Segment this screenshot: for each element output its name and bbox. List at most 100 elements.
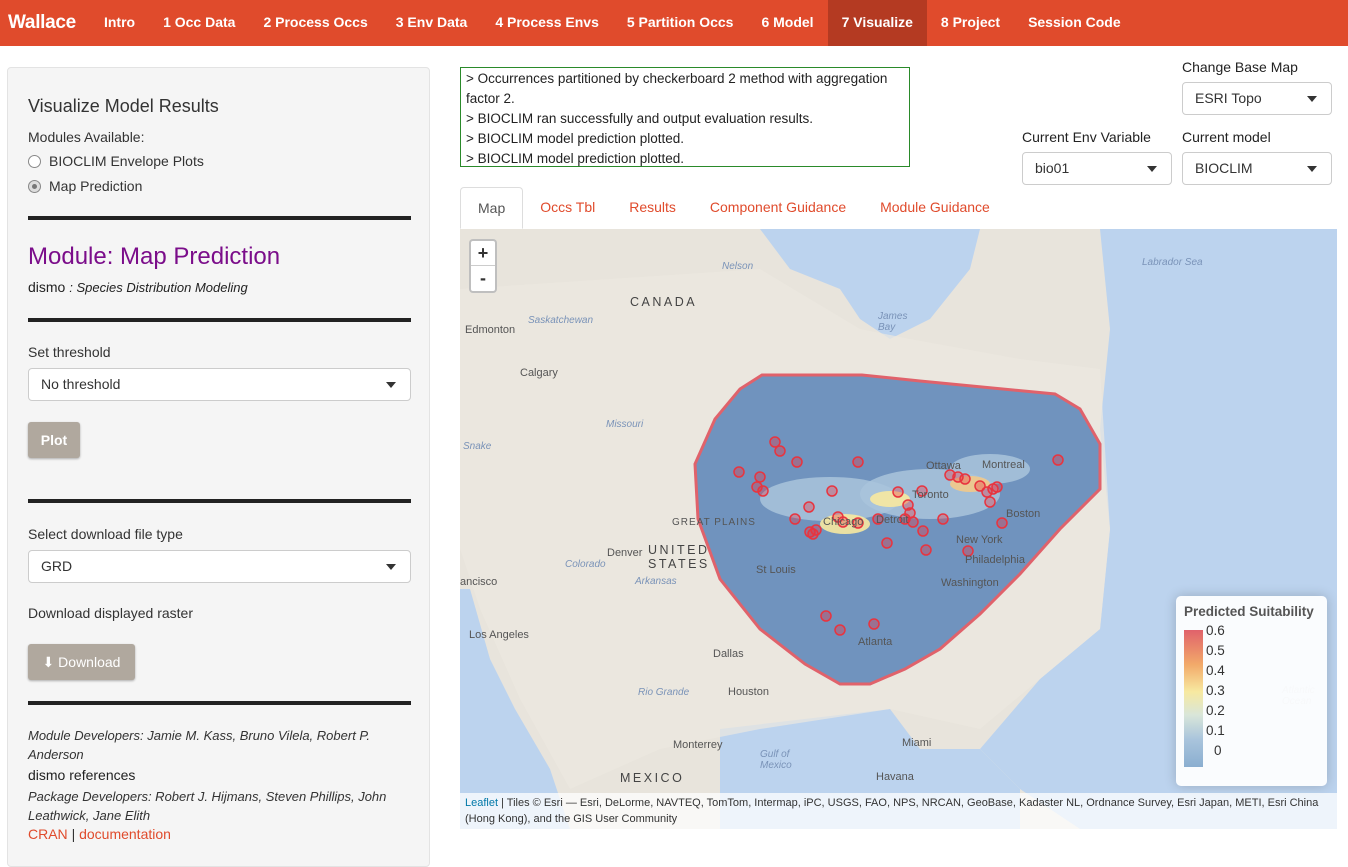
nav-tab-model[interactable]: 6 Model <box>747 0 827 46</box>
documentation-link[interactable]: documentation <box>79 826 171 842</box>
map-label-chicago: Chicago <box>823 516 864 528</box>
env-var-value: bio01 <box>1035 160 1070 176</box>
map-label-new-york: New York <box>956 534 1003 546</box>
map-label-colorado: Colorado <box>565 559 606 570</box>
model-label: Current model <box>1182 129 1271 145</box>
references-line: dismo references <box>28 767 135 783</box>
legend-color-bar <box>1184 630 1203 767</box>
map-label-james-bay: James Bay <box>878 311 908 333</box>
nav-tab-project[interactable]: 8 Project <box>927 0 1014 46</box>
caret-down-icon <box>1307 166 1317 172</box>
cran-link[interactable]: CRAN <box>28 826 68 842</box>
download-type-select[interactable]: GRD <box>28 550 411 583</box>
threshold-select[interactable]: No threshold <box>28 368 411 401</box>
reference-links: CRAN | documentation <box>28 826 171 842</box>
base-map-select[interactable]: ESRI Topo <box>1182 82 1332 115</box>
nav-tab-env-data[interactable]: 3 Env Data <box>382 0 482 46</box>
tab-map[interactable]: Map <box>460 187 524 229</box>
legend-tick: 0.2 <box>1206 703 1225 718</box>
suitability-legend: Predicted Suitability 0.6 0.5 0.4 0.3 0.… <box>1176 596 1327 786</box>
legend-tick: 0 <box>1214 743 1222 758</box>
map-label-canada: CANADA <box>630 295 698 309</box>
map-label-ottawa: Ottawa <box>926 460 961 472</box>
env-var-select[interactable]: bio01 <box>1022 152 1172 185</box>
map-label-gulf-of-mexico: Gulf of Mexico <box>760 749 792 771</box>
caret-down-icon <box>1147 166 1157 172</box>
map-label-st-louis: St Louis <box>756 564 796 576</box>
model-select[interactable]: BIOCLIM <box>1182 152 1332 185</box>
app-brand[interactable]: Wallace <box>0 12 90 34</box>
map-label-philadelphia: Philadelphia <box>965 554 1025 566</box>
references-pkg: dismo <box>28 767 66 783</box>
nav-tab-intro[interactable]: Intro <box>90 0 149 46</box>
plot-button[interactable]: Plot <box>28 422 80 458</box>
map-label-great-plains: GREAT PLAINS <box>672 517 756 528</box>
radio-button-checked[interactable] <box>28 179 41 193</box>
map-label-boston: Boston <box>1006 508 1041 520</box>
download-icon: ⬇ <box>42 654 55 670</box>
caret-down-icon <box>386 564 396 570</box>
zoom-control: + - <box>469 239 497 293</box>
map-label-labrador-sea: Labrador Sea <box>1142 257 1203 268</box>
package-desc: Species Distribution Modeling <box>76 280 248 295</box>
map-label-nelson: Nelson <box>722 261 754 272</box>
model-value: BIOCLIM <box>1195 160 1253 176</box>
map-label-montreal: Montreal <box>982 459 1025 471</box>
map-attribution: Leaflet | Tiles © Esri — Esri, DeLorme, … <box>460 793 1337 829</box>
module-title: Module: Map Prediction <box>28 243 281 270</box>
base-map-value: ESRI Topo <box>1195 90 1262 106</box>
download-button[interactable]: ⬇ Download <box>28 644 135 680</box>
map-label-missouri: Missouri <box>606 419 644 430</box>
map-label-atlanta: Atlanta <box>858 636 893 648</box>
leaflet-link[interactable]: Leaflet <box>465 797 498 809</box>
map-label-saskatchewan: Saskatchewan <box>528 315 594 326</box>
sidebar-title: Visualize Model Results <box>28 96 219 116</box>
map-label-miami: Miami <box>902 737 932 749</box>
zoom-in-button[interactable]: + <box>471 241 495 266</box>
map-view[interactable]: CANADA UNITED STATES MEXICO Edmonton Calg… <box>460 229 1337 829</box>
download-type-label: Select download file type <box>28 526 183 542</box>
map-label-san-francisco: ancisco <box>460 576 498 588</box>
legend-tick: 0.5 <box>1206 643 1225 658</box>
legend-tick: 0.3 <box>1206 683 1225 698</box>
divider <box>28 216 411 220</box>
map-label-monterrey: Monterrey <box>673 739 723 751</box>
map-label-houston: Houston <box>728 686 769 698</box>
module-developers: Module Developers: Jamie M. Kass, Bruno … <box>28 728 371 762</box>
map-label-mexico: MEXICO <box>620 771 685 785</box>
modules-label: Modules Available: <box>28 129 145 145</box>
sidebar-panel: Visualize Model Results Modules Availabl… <box>7 67 430 867</box>
legend-title: Predicted Suitability <box>1184 604 1314 619</box>
tab-module-guidance[interactable]: Module Guidance <box>863 187 1007 229</box>
package-name: dismo <box>28 279 66 295</box>
log-line: > BIOCLIM model prediction plotted. <box>466 131 684 146</box>
divider <box>28 499 411 503</box>
radio-map-prediction[interactable]: Map Prediction <box>28 178 142 194</box>
nav-tab-session-code[interactable]: Session Code <box>1014 0 1135 46</box>
threshold-value: No threshold <box>41 376 121 392</box>
nav-tab-process-envs[interactable]: 4 Process Envs <box>481 0 613 46</box>
nav-tab-occ-data[interactable]: 1 Occ Data <box>149 0 249 46</box>
radio-label: Map Prediction <box>49 178 143 194</box>
map-label-washington: Washington <box>941 577 999 589</box>
nav-tab-process-occs[interactable]: 2 Process Occs <box>249 0 381 46</box>
legend-tick: 0.4 <box>1206 663 1225 678</box>
map-label-los-angeles: Los Angeles <box>469 629 529 641</box>
tab-results[interactable]: Results <box>612 187 693 229</box>
radio-button[interactable] <box>28 154 41 168</box>
package-developers: Package Developers: Robert J. Hijmans, S… <box>28 789 387 823</box>
nav-tab-visualize[interactable]: 7 Visualize <box>827 0 927 46</box>
radio-bioclim-plots[interactable]: BIOCLIM Envelope Plots <box>28 153 204 169</box>
tab-occs-tbl[interactable]: Occs Tbl <box>523 187 612 229</box>
tab-component-guidance[interactable]: Component Guidance <box>693 187 863 229</box>
env-var-label: Current Env Variable <box>1022 129 1151 145</box>
log-line: > Occurrences partitioned by checkerboar… <box>466 71 888 106</box>
link-separator: | <box>71 826 76 842</box>
map-label-detroit: Detroit <box>876 514 909 526</box>
nav-tab-partition-occs[interactable]: 5 Partition Occs <box>613 0 748 46</box>
base-map-label: Change Base Map <box>1182 59 1298 75</box>
package-line: dismo : Species Distribution Modeling <box>28 279 248 295</box>
zoom-out-button[interactable]: - <box>471 266 495 291</box>
download-raster-label: Download displayed raster <box>28 605 193 621</box>
map-label-united: UNITED STATES <box>648 543 710 571</box>
